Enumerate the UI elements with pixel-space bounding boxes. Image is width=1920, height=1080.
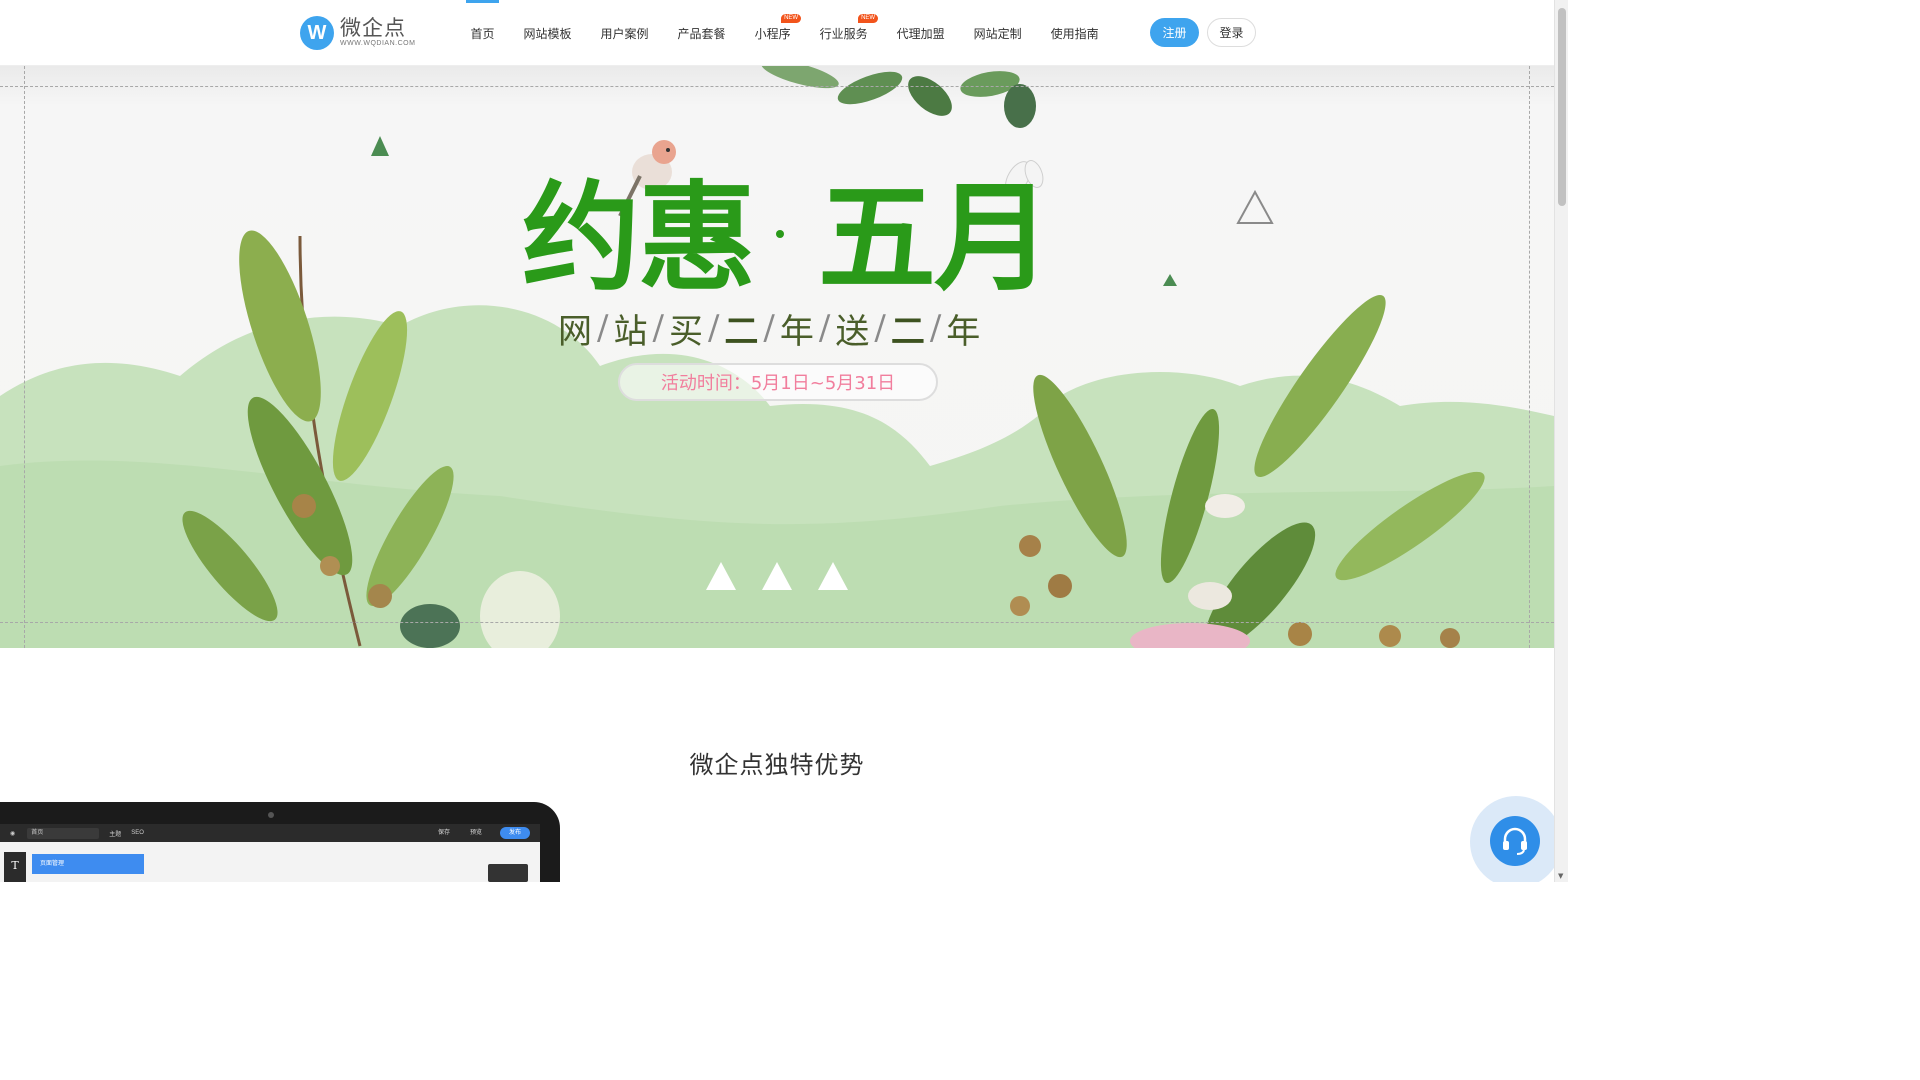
page-manage-panel: 页面管理 (32, 854, 144, 874)
logo-url: WWW.WQDIAN.COM (340, 40, 416, 47)
nav-item-cases[interactable]: 用户案例 (586, 0, 663, 66)
frame-line (0, 622, 1554, 623)
customer-support-button[interactable] (1470, 796, 1562, 882)
headline: 约惠 五月 (522, 178, 1062, 298)
page-scrollbar[interactable]: ▼ (1554, 0, 1568, 882)
scroll-down-arrow-icon[interactable]: ▼ (1558, 872, 1563, 880)
text-tool-icon: T (4, 852, 26, 882)
editor-toolbar: ◉ 首页 主题 SEO 保存 预览 发布 (0, 824, 540, 842)
nav-item-home[interactable]: 首页 (456, 0, 509, 66)
subheadline: 网 / 站 / 买 / 二 / 年 / 送 / 二 / 年 (558, 308, 981, 352)
nav-item-agency[interactable]: 代理加盟 (882, 0, 959, 66)
headline-right: 五月 (818, 169, 1052, 307)
headset-icon (1503, 827, 1527, 855)
editor-widget (488, 864, 528, 882)
main-nav: 首页 网站模板 用户案例 产品套餐 小程序 NEW 行业服务 NEW 代理加盟 网站… (456, 0, 1113, 66)
nav-item-industry[interactable]: 行业服务 NEW (805, 0, 882, 66)
hero-banner[interactable]: 约惠 五月 网 / 站 / 买 / 二 / 年 / 送 / 二 / 年 活动时间… (0, 66, 1554, 648)
promo-period: 活动时间：5月1日~5月31日 (618, 363, 938, 401)
camera-dot (268, 812, 274, 818)
register-button[interactable]: 注册 (1150, 18, 1199, 47)
carousel-dot-1[interactable] (704, 560, 738, 594)
frame-line (0, 86, 1554, 87)
editor-screen: ◉ 首页 主题 SEO 保存 预览 发布 T 页面管理 (0, 824, 540, 882)
new-badge: NEW (781, 14, 802, 23)
triangle-icon (1236, 189, 1274, 224)
new-badge: NEW (858, 14, 879, 23)
triangle-icon (371, 136, 389, 156)
carousel-dot-2[interactable] (760, 560, 794, 594)
top-leaves-icon (761, 66, 1036, 128)
login-button[interactable]: 登录 (1207, 18, 1256, 47)
headline-dot (776, 230, 784, 238)
nav-item-custom[interactable]: 网站定制 (959, 0, 1036, 66)
triangle-icon (1163, 274, 1177, 286)
logo-mark-icon: W (300, 16, 334, 50)
logo-name: 微企点 (340, 16, 406, 40)
headline-left: 约惠 (522, 169, 756, 307)
logo[interactable]: W 微企点 WWW.WQDIAN.COM (300, 14, 415, 52)
nav-item-miniprogram[interactable]: 小程序 NEW (740, 0, 805, 66)
carousel-indicators (704, 560, 850, 594)
site-header: W 微企点 WWW.WQDIAN.COM 首页 网站模板 用户案例 产品套餐 小… (0, 0, 1554, 66)
frame-line (24, 66, 25, 648)
editor-preview-laptop: ◉ 首页 主题 SEO 保存 预览 发布 T 页面管理 (0, 802, 560, 882)
section-title: 微企点独特优势 (689, 751, 865, 779)
editor-logo-icon: ◉ (10, 830, 16, 837)
nav-item-packages[interactable]: 产品套餐 (663, 0, 740, 66)
carousel-dot-3[interactable] (816, 560, 850, 594)
nav-item-guide[interactable]: 使用指南 (1036, 0, 1113, 66)
nav-item-templates[interactable]: 网站模板 (509, 0, 586, 66)
frame-line (1529, 66, 1530, 648)
scrollbar-thumb[interactable] (1558, 8, 1566, 206)
